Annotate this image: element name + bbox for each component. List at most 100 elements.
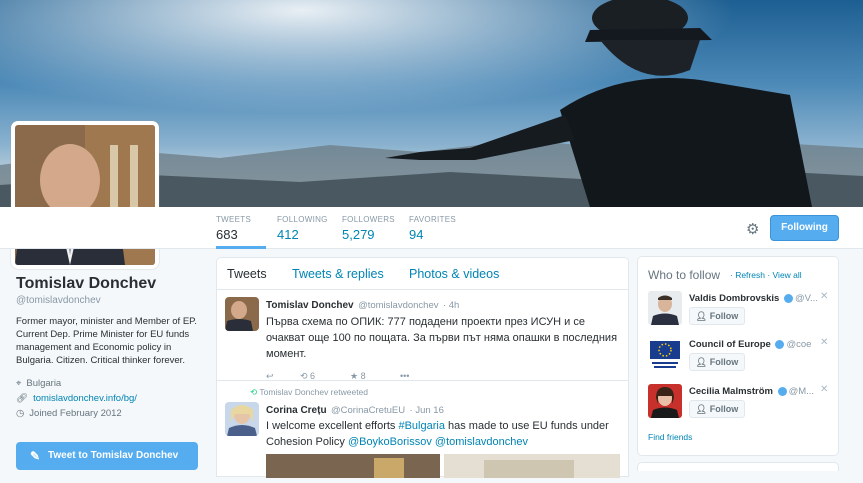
media-photo <box>266 454 440 478</box>
suggestion-avatar[interactable] <box>648 291 682 325</box>
suggestion-name-text: Valdis Dombrovskis <box>689 293 780 304</box>
who-to-follow: Who to follow · Refresh · View all Valdi… <box>637 256 839 456</box>
tweet-author-handle[interactable]: @CorinaCretuEU <box>331 405 405 416</box>
stat-followers[interactable]: FOLLOWERS 5,279 <box>342 215 398 242</box>
profile-location: ⌖ Bulgaria <box>16 376 206 391</box>
stat-label: FAVORITES <box>409 215 457 224</box>
favorite-action[interactable]: ★ 8 <box>350 371 400 382</box>
stat-label: FOLLOWING <box>277 215 328 224</box>
tweet-avatar[interactable] <box>225 297 259 331</box>
tweet-author-name[interactable]: Tomislav Donchev <box>266 300 354 311</box>
suggestion-name[interactable]: Valdis Dombrovskis @V... <box>689 293 818 304</box>
tweet-avatar-photo <box>225 402 259 436</box>
retweet-icon: ⟲ <box>300 371 311 381</box>
profile-meta: ⌖ Bulgaria 🔗︎ tomislavdonchev.info/bg/ ◷… <box>16 376 206 421</box>
tab-tweets[interactable]: Tweets <box>227 267 267 281</box>
suggestion-avatar[interactable] <box>648 384 682 418</box>
find-friends-link[interactable]: Find friends <box>648 432 692 442</box>
tweet-text: Първа схема по ОПИК: 777 подадени проект… <box>266 316 618 360</box>
retweet-action[interactable]: ⟲ 6 <box>300 371 350 382</box>
tweet-avatar[interactable] <box>225 402 259 436</box>
follow-button[interactable]: 👤︎ Follow <box>689 353 745 371</box>
profile-website: 🔗︎ tomislavdonchev.info/bg/ <box>16 391 206 406</box>
stat-value: 5,279 <box>342 227 375 242</box>
retweet-count: 6 <box>310 371 316 381</box>
reply-icon[interactable]: ↩ <box>266 371 300 382</box>
stat-following[interactable]: FOLLOWING 412 <box>277 215 333 242</box>
profile-joined: ◷ Joined February 2012 <box>16 406 206 421</box>
tweet-author-name[interactable]: Corina Crețu <box>266 405 327 416</box>
gear-icon[interactable]: ⚙ <box>746 220 759 238</box>
more-icon[interactable]: ••• <box>400 371 409 382</box>
who-to-follow-links: · Refresh · View all <box>730 270 802 280</box>
suggestion-avatar-photo <box>648 384 682 418</box>
tweet-to-button[interactable]: ✎ Tweet to Tomislav Donchev <box>16 442 198 470</box>
favorite-icon: ★ <box>350 371 361 381</box>
hashtag-link[interactable]: #Bulgaria <box>398 420 444 432</box>
suggestion-name[interactable]: Council of Europe @coe <box>689 339 811 350</box>
mention-link[interactable]: @BoykoBorissov <box>348 436 432 448</box>
tweet-time[interactable]: · Jun 16 <box>410 405 444 416</box>
verified-icon <box>775 339 785 349</box>
tab-photos-videos[interactable]: Photos & videos <box>409 267 499 281</box>
following-button[interactable]: Following <box>770 215 839 241</box>
tweet-author-handle[interactable]: @tomislavdonchev <box>358 300 438 311</box>
retweet-context: ⟲ Tomislav Donchev retweeted <box>250 387 368 398</box>
stat-favorites[interactable]: FAVORITES 94 <box>409 215 465 242</box>
compose-icon: ✎ <box>30 449 41 463</box>
close-icon[interactable]: ✕ <box>820 384 828 395</box>
follow-label: Follow <box>709 357 739 367</box>
stat-value: 412 <box>277 227 299 242</box>
tweet-avatar-photo <box>225 297 259 331</box>
stat-value: 683 <box>216 227 238 242</box>
suggestion-avatar-photo <box>648 291 682 325</box>
refresh-link[interactable]: · Refresh <box>730 270 765 280</box>
link-icon: 🔗︎ <box>16 393 29 404</box>
suggestion-handle: @M... <box>788 386 815 397</box>
mention-link[interactable]: @tomislavdonchev <box>435 436 528 448</box>
media-photo <box>444 454 620 478</box>
stat-tweets[interactable]: TWEETS 683 <box>216 215 266 249</box>
who-to-follow-title: Who to follow <box>648 268 721 282</box>
close-icon[interactable]: ✕ <box>820 291 828 302</box>
tweet-time[interactable]: · 4h <box>443 300 459 311</box>
tweet-media[interactable] <box>266 454 440 478</box>
timeline-tabs: Tweets Tweets & replies Photos & videos <box>217 258 628 290</box>
retweeted-by[interactable]: Tomislav Donchev retweeted <box>259 387 368 397</box>
profile-handle[interactable]: @tomislavdonchev <box>16 295 206 306</box>
tweet-item[interactable]: Tomislav Donchev @tomislavdonchev · 4h П… <box>217 290 628 381</box>
verified-icon <box>783 293 793 303</box>
location-icon: ⌖ <box>16 378 22 389</box>
view-all-link[interactable]: · View all <box>767 270 801 280</box>
suggestion-name-text: Cecilia Malmström <box>689 386 773 397</box>
follow-button[interactable]: 👤︎ Follow <box>689 400 745 418</box>
follow-icon: 👤︎ <box>695 311 710 321</box>
tweet-item[interactable]: ⟲ Tomislav Donchev retweeted Corina Creț… <box>217 382 628 478</box>
website-link[interactable]: tomislavdonchev.info/bg/ <box>33 391 137 406</box>
calendar-icon: ◷ <box>16 408 25 419</box>
follow-label: Follow <box>709 404 739 414</box>
follow-icon: 👤︎ <box>695 357 710 367</box>
follow-icon: 👤︎ <box>695 404 710 414</box>
suggestion-handle: @coe <box>786 339 812 350</box>
tab-tweets-replies[interactable]: Tweets & replies <box>292 267 384 281</box>
tweet-to-label: Tweet to Tomislav Donchev <box>48 450 179 461</box>
verified-icon <box>777 386 787 396</box>
tweet-text-part: I welcome excellent efforts <box>266 420 399 432</box>
follow-button[interactable]: 👤︎ Follow <box>689 307 745 325</box>
joined-text: Joined February 2012 <box>29 408 122 419</box>
tweet-media[interactable] <box>444 454 620 478</box>
profile-bio: Former mayor, minister and Member of EP.… <box>16 316 197 366</box>
stat-label: FOLLOWERS <box>342 215 395 224</box>
follow-suggestion: Cecilia Malmström @M... ✕ 👤︎ Follow <box>648 384 838 428</box>
profile-name[interactable]: Tomislav Donchev <box>16 275 206 293</box>
tweet-text: I welcome excellent efforts #Bulgaria ha… <box>266 418 621 450</box>
favorite-count: 8 <box>360 371 366 381</box>
suggestion-name-text: Council of Europe <box>689 339 771 350</box>
follow-suggestion: Valdis Dombrovskis @V... ✕ 👤︎ Follow <box>648 291 838 335</box>
sidebar-module <box>637 462 839 471</box>
suggestion-avatar[interactable] <box>648 337 682 371</box>
suggestion-name[interactable]: Cecilia Malmström @M... <box>689 386 814 397</box>
close-icon[interactable]: ✕ <box>820 337 828 348</box>
profile-nav: TWEETS 683 FOLLOWING 412 FOLLOWERS 5,279… <box>0 207 863 249</box>
